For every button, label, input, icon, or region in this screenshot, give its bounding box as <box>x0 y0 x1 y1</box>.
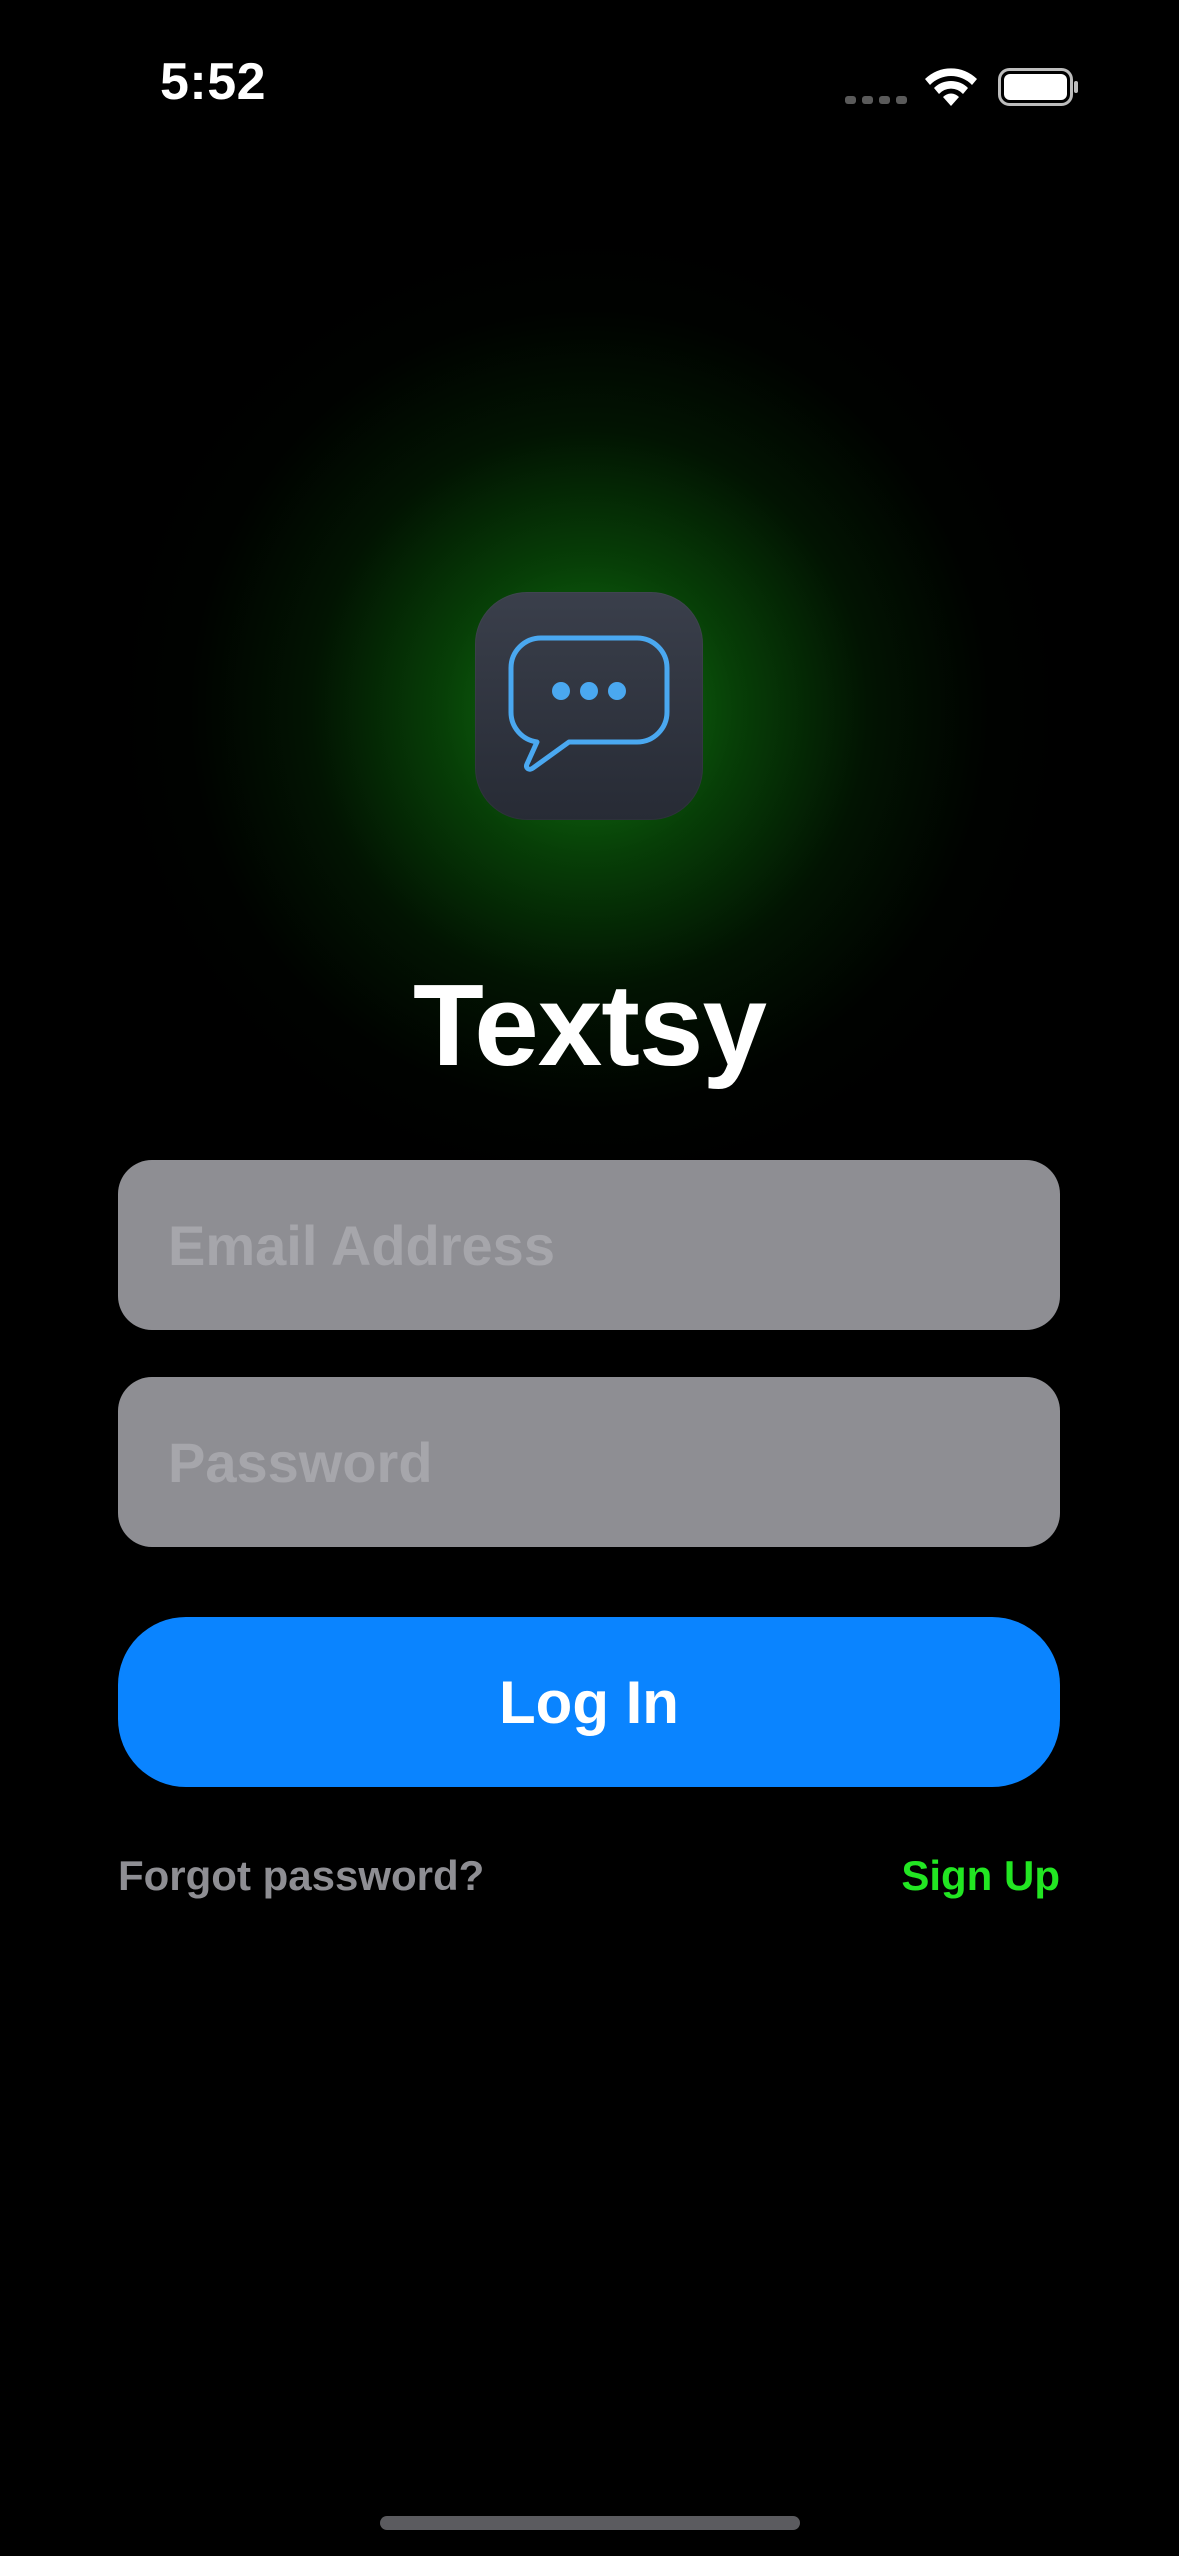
home-indicator <box>380 2516 800 2530</box>
forgot-password-link[interactable]: Forgot password? <box>118 1852 484 1900</box>
password-field[interactable] <box>118 1377 1060 1547</box>
login-button[interactable]: Log In <box>118 1617 1060 1787</box>
wifi-icon <box>925 68 977 106</box>
sign-up-link[interactable]: Sign Up <box>901 1852 1060 1900</box>
email-field[interactable] <box>118 1160 1060 1330</box>
app-title: Textsy <box>413 960 767 1090</box>
battery-icon <box>998 68 1078 106</box>
app-logo <box>475 592 703 820</box>
status-time: 5:52 <box>160 53 267 111</box>
cellular-signal-icon <box>845 96 907 104</box>
chat-bubble-ellipsis-icon <box>508 635 670 772</box>
